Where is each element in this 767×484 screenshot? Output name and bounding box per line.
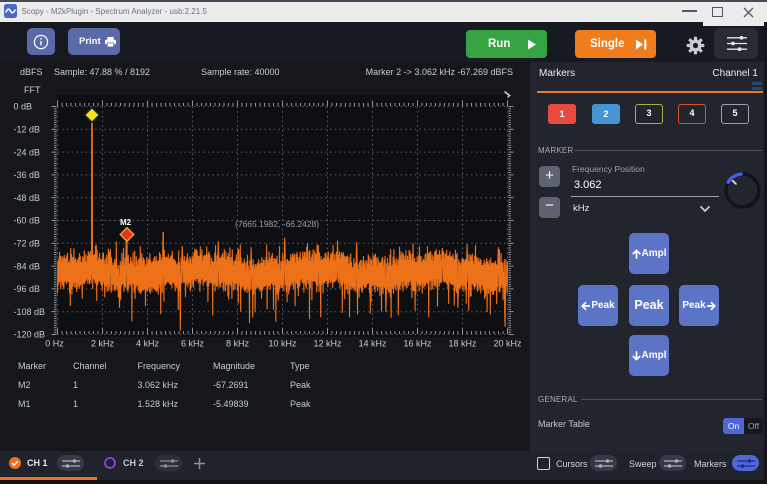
svg-text:-12 dB: -12 dB [14,125,41,135]
svg-text:20 kHz: 20 kHz [493,339,522,349]
svg-text:-72 dB: -72 dB [14,239,41,249]
svg-text:-48 dB: -48 dB [14,193,41,203]
svg-text:-108 dB: -108 dB [14,307,46,317]
svg-text:14 kHz: 14 kHz [358,339,387,349]
svg-text:0 Hz: 0 Hz [45,339,64,349]
svg-text:M2: M2 [120,218,132,227]
svg-text:18 kHz: 18 kHz [448,339,477,349]
svg-text:-36 dB: -36 dB [14,170,41,180]
svg-text:4 kHz: 4 kHz [136,339,160,349]
svg-text:0 dB: 0 dB [14,102,33,112]
svg-text:10 kHz: 10 kHz [268,339,297,349]
svg-text:12 kHz: 12 kHz [313,339,342,349]
svg-text:8 kHz: 8 kHz [226,339,250,349]
svg-text:-96 dB: -96 dB [14,284,41,294]
svg-text:2 kHz: 2 kHz [91,339,115,349]
svg-text:-120 dB: -120 dB [14,330,46,340]
svg-text:(7665.1982, -66.2428): (7665.1982, -66.2428) [235,219,319,229]
svg-text:-24 dB: -24 dB [14,147,41,157]
svg-text:-60 dB: -60 dB [14,216,41,226]
svg-text:6 kHz: 6 kHz [181,339,205,349]
svg-text:-84 dB: -84 dB [14,261,41,271]
svg-text:16 kHz: 16 kHz [403,339,432,349]
